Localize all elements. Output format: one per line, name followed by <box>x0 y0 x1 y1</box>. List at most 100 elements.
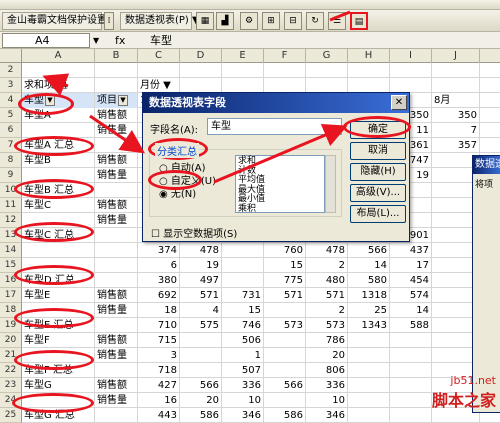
cell[interactable]: 17 <box>390 258 432 273</box>
column-header-j[interactable]: J <box>432 49 480 63</box>
cell[interactable]: 336 <box>306 378 348 393</box>
refresh-icon[interactable]: ↻ <box>306 12 324 30</box>
cell[interactable]: 346 <box>306 408 348 423</box>
cell[interactable]: 车型 ▼ <box>22 93 95 108</box>
cell[interactable]: 车型A <box>22 108 95 123</box>
row-header[interactable]: 23 <box>0 378 22 393</box>
row-header[interactable]: 16 <box>0 273 22 288</box>
column-header-b[interactable]: B <box>95 49 138 63</box>
row-header[interactable]: 7 <box>0 138 22 153</box>
cell[interactable]: 车型D 汇总 <box>22 273 95 288</box>
cell[interactable]: 710 <box>138 318 180 333</box>
cell[interactable]: 506 <box>222 333 264 348</box>
cell[interactable]: 14 <box>390 303 432 318</box>
close-icon[interactable]: ✕ <box>391 95 407 110</box>
cell[interactable]: 6 <box>138 258 180 273</box>
cell[interactable]: 20 <box>180 393 222 408</box>
cell[interactable]: 573 <box>306 318 348 333</box>
cell[interactable]: 575 <box>180 318 222 333</box>
cell[interactable]: 718 <box>138 363 180 378</box>
row-header[interactable]: 24 <box>0 393 22 408</box>
cell[interactable]: 车型C <box>22 198 95 213</box>
cell[interactable]: 454 <box>390 273 432 288</box>
name-box[interactable]: A4 <box>2 33 90 48</box>
field-list-icon[interactable]: ☰ <box>328 12 346 30</box>
cell[interactable]: 车型A 汇总 <box>22 138 95 153</box>
row-header[interactable]: 15 <box>0 258 22 273</box>
cell[interactable]: 15 <box>222 303 264 318</box>
cell[interactable]: 14 <box>348 258 390 273</box>
cell[interactable]: 车型E 汇总 <box>22 318 95 333</box>
pivot-table-menu[interactable]: 数据透视表(P) ▼ <box>120 12 200 30</box>
hide-button[interactable]: 隐藏(H) <box>350 163 406 181</box>
cell[interactable]: 574 <box>390 288 432 303</box>
advanced-button[interactable]: 高级(V)... <box>350 184 406 202</box>
cell[interactable]: 437 <box>390 243 432 258</box>
cell[interactable]: 588 <box>390 318 432 333</box>
cell[interactable]: 1343 <box>348 318 390 333</box>
column-header-h[interactable]: H <box>348 49 390 63</box>
row-header[interactable]: 19 <box>0 318 22 333</box>
cell[interactable]: 销售量 <box>95 393 138 408</box>
kingsoft-protect-toolbar[interactable]: 金山毒霸文档保护设置 <box>2 12 107 30</box>
row-header[interactable]: 13 <box>0 228 22 243</box>
cell[interactable]: 746 <box>222 318 264 333</box>
cell[interactable]: 374 <box>138 243 180 258</box>
column-header-f[interactable]: F <box>264 49 306 63</box>
cell[interactable]: 497 <box>180 273 222 288</box>
filter-dropdown-icon[interactable]: ▼ <box>118 94 128 106</box>
column-header-g[interactable]: G <box>306 49 348 63</box>
pivot-chart-button[interactable]: ▟ <box>216 12 234 30</box>
row-header[interactable]: 17 <box>0 288 22 303</box>
fx-icon[interactable]: fx <box>115 32 125 49</box>
ok-button[interactable]: 确定 <box>350 121 406 139</box>
radio-none[interactable]: ◉ 无(N) <box>159 185 196 200</box>
cell[interactable]: 销售量 <box>95 348 138 363</box>
field-settings-icon[interactable]: ⚙ <box>240 12 258 30</box>
cell[interactable]: 580 <box>348 273 390 288</box>
field-settings-button-highlighted[interactable]: ▤ <box>350 12 368 30</box>
cell[interactable]: 571 <box>180 288 222 303</box>
row-header[interactable]: 3 <box>0 78 22 93</box>
cell[interactable]: 692 <box>138 288 180 303</box>
function-option[interactable]: 乘积 <box>238 204 322 215</box>
cell[interactable]: 786 <box>306 333 348 348</box>
cell[interactable]: 19 <box>180 258 222 273</box>
cell[interactable]: 806 <box>306 363 348 378</box>
cell[interactable]: 731 <box>222 288 264 303</box>
row-header[interactable]: 20 <box>0 333 22 348</box>
cell[interactable]: 销售额 <box>95 288 138 303</box>
cell[interactable]: 2 <box>306 258 348 273</box>
cell[interactable]: 7 <box>432 123 480 138</box>
cell[interactable]: 478 <box>180 243 222 258</box>
cell[interactable]: 775 <box>264 273 306 288</box>
function-list[interactable]: 求和 计数 平均值 最大值 最小值 乘积 <box>235 155 325 213</box>
cell[interactable]: 1318 <box>348 288 390 303</box>
cell[interactable]: 销售额 <box>95 333 138 348</box>
name-box-dropdown-icon[interactable]: ▼ <box>93 32 99 49</box>
cell[interactable]: 1 <box>222 348 264 363</box>
pivot-panel-item[interactable]: 将项 <box>473 174 500 193</box>
cell[interactable]: 20 <box>306 348 348 363</box>
cell[interactable]: 销售额 <box>95 198 138 213</box>
cell[interactable]: 销售额 <box>95 378 138 393</box>
row-header[interactable]: 5 <box>0 108 22 123</box>
row-header[interactable]: 2 <box>0 63 22 78</box>
cell[interactable]: 350 <box>432 108 480 123</box>
cell[interactable]: 10 <box>306 393 348 408</box>
cell[interactable]: 566 <box>348 243 390 258</box>
show-empty-checkbox[interactable]: ☐ 显示空数据项(S) <box>151 225 237 240</box>
field-name-input[interactable]: 车型 <box>207 118 342 135</box>
row-header[interactable]: 21 <box>0 348 22 363</box>
cell[interactable]: 销售额 <box>95 108 138 123</box>
filter-dropdown-icon[interactable]: ▼ <box>45 94 55 106</box>
cell[interactable]: 车型B <box>22 153 95 168</box>
cell[interactable]: 18 <box>138 303 180 318</box>
cell[interactable]: 销售量 <box>95 168 138 183</box>
row-header[interactable]: 14 <box>0 243 22 258</box>
layout-button[interactable]: 布局(L)... <box>350 205 406 223</box>
cell[interactable]: 销售量 <box>95 213 138 228</box>
show-detail-icon[interactable]: ⊞ <box>262 12 280 30</box>
cell[interactable]: 346 <box>222 408 264 423</box>
cell[interactable]: 车型G <box>22 378 95 393</box>
